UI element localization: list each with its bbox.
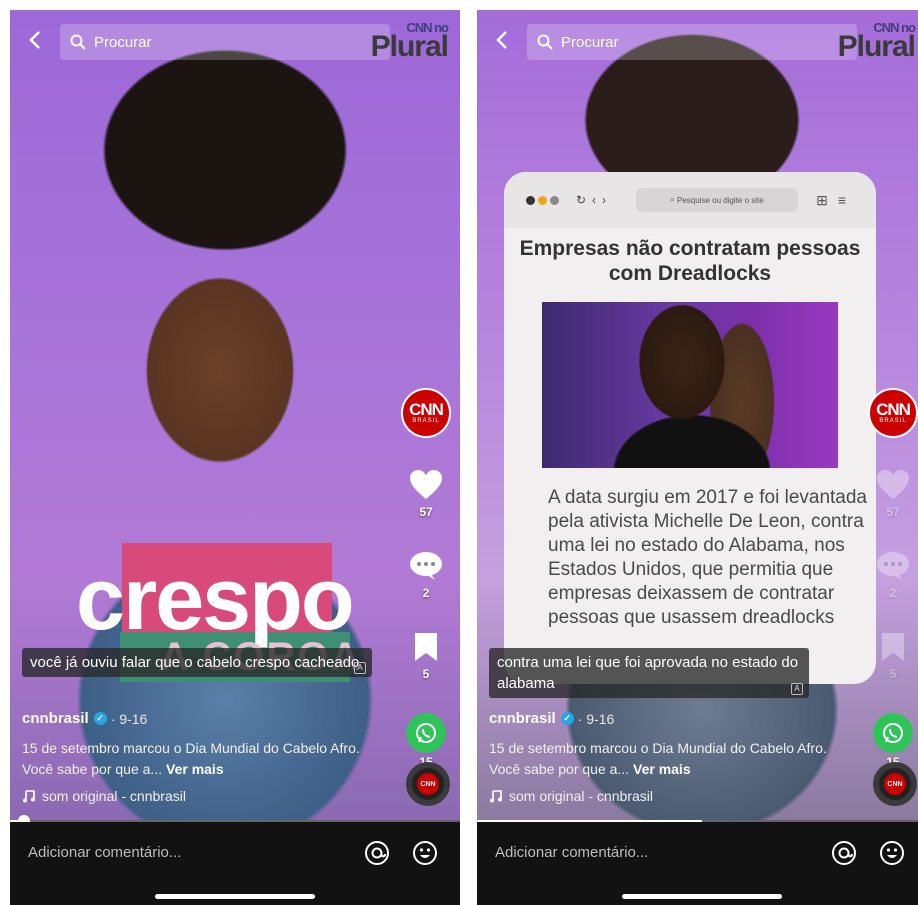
like-button[interactable]: 57 — [398, 470, 454, 519]
brand-logo: CNN no Plural — [835, 20, 916, 63]
url-placeholder: Pesquise ou digite o site — [676, 195, 764, 205]
post-meta: cnnbrasil ✓ · 9-16 15 de setembro marcou… — [22, 710, 362, 804]
disc-cnn-icon: CNN — [884, 773, 906, 795]
save-button[interactable]: 5 — [398, 632, 454, 681]
video-screen-left: crespo A COROA Procurar CNN no Plural CN… — [10, 10, 460, 905]
sound-disc[interactable]: CNN — [406, 762, 450, 806]
brand-logo: CNN no Plural — [368, 20, 449, 63]
comment-bar: Adicionar comentário... — [477, 822, 918, 905]
post-date: · 9-16 — [577, 710, 615, 727]
avatar-cnn: CNN — [876, 400, 911, 419]
comment-button[interactable]: 2 — [398, 551, 454, 600]
comment-button[interactable]: 2 — [865, 551, 918, 600]
comment-bubble-icon — [410, 552, 442, 580]
username[interactable]: cnnbrasil — [22, 710, 89, 727]
emoji-icon[interactable] — [879, 840, 905, 866]
see-more-link[interactable]: Ver mais — [166, 761, 224, 777]
article-headline: Empresas não contratam pessoas com Dread… — [519, 237, 861, 285]
caption-text: você já ouviu falar que o cabelo crespo … — [30, 654, 360, 671]
profile-avatar[interactable]: CNN BRASIL — [868, 388, 918, 438]
share-button[interactable]: 15 — [398, 713, 454, 769]
comment-input[interactable]: Adicionar comentário... — [28, 844, 181, 861]
avatar-cnn: CNN — [409, 400, 444, 419]
caption-text: contra uma lei que foi aprovada no estad… — [497, 654, 799, 692]
search-icon — [70, 34, 86, 50]
whatsapp-icon — [406, 713, 446, 753]
bookmark-icon — [882, 633, 904, 661]
search-label: Procurar — [94, 33, 152, 51]
video-frame[interactable] — [10, 10, 460, 820]
heart-icon — [410, 470, 442, 499]
back-arrow-icon[interactable] — [24, 28, 48, 52]
mention-icon[interactable] — [364, 840, 390, 866]
sound-label: som original - cnnbrasil — [509, 788, 653, 804]
overlay-title: crespo — [76, 549, 355, 648]
sound-link[interactable]: som original - cnnbrasil — [22, 788, 362, 804]
post-meta: cnnbrasil ✓ · 9-16 15 de setembro marcou… — [489, 710, 829, 804]
username[interactable]: cnnbrasil — [489, 710, 556, 727]
search-icon — [537, 34, 553, 50]
comment-count: 2 — [889, 586, 897, 600]
url-search-icon: ⌕ — [670, 195, 677, 204]
article-photo — [542, 302, 838, 468]
caption-ai-icon: A — [791, 683, 803, 695]
save-count: 5 — [422, 667, 430, 681]
article-body: A data surgiu em 2017 e foi levantada pe… — [548, 487, 868, 628]
home-indicator[interactable] — [622, 894, 782, 899]
window-dots — [526, 196, 562, 205]
profile-avatar[interactable]: CNN BRASIL — [401, 388, 451, 438]
see-more-link[interactable]: Ver mais — [633, 761, 691, 777]
top-bar: Procurar CNN no Plural — [10, 10, 460, 70]
comment-bubble-icon — [877, 552, 909, 580]
top-bar: Procurar CNN no Plural — [477, 10, 918, 70]
back-arrow-icon[interactable] — [491, 28, 515, 52]
search-label: Procurar — [561, 33, 619, 51]
heart-icon — [877, 470, 909, 499]
search-input[interactable]: Procurar — [527, 24, 857, 60]
like-count: 57 — [886, 505, 900, 519]
comment-bar: Adicionar comentário... — [10, 822, 460, 905]
save-count: 5 — [889, 667, 897, 681]
music-note-icon — [23, 790, 35, 803]
whatsapp-icon — [873, 713, 913, 753]
auto-caption: você já ouviu falar que o cabelo crespo … — [22, 648, 372, 677]
auto-caption: contra uma lei que foi aprovada no estad… — [489, 648, 809, 698]
verified-icon: ✓ — [560, 712, 574, 725]
browser-tab-icons: ⊞≡ — [816, 192, 856, 208]
verified-icon: ✓ — [93, 712, 107, 725]
comment-count: 2 — [422, 586, 430, 600]
like-button[interactable]: 57 — [865, 470, 918, 519]
avatar-brasil: BRASIL — [879, 418, 907, 424]
comment-input[interactable]: Adicionar comentário... — [495, 844, 648, 861]
brand-word: Plural — [370, 30, 449, 63]
browser-nav-icons: ↻‹› — [576, 193, 613, 207]
like-count: 57 — [419, 505, 433, 519]
music-note-icon — [490, 790, 502, 803]
share-button[interactable]: 15 — [865, 713, 918, 769]
sound-label: som original - cnnbrasil — [42, 788, 186, 804]
video-screen-right: ↻‹› ⌕ Pesquise ou digite o site ⊞≡ Empre… — [477, 10, 918, 905]
home-indicator[interactable] — [155, 894, 315, 899]
sound-link[interactable]: som original - cnnbrasil — [489, 788, 829, 804]
mention-icon[interactable] — [831, 840, 857, 866]
avatar-brasil: BRASIL — [412, 418, 440, 424]
bookmark-icon — [415, 633, 437, 661]
action-rail: CNN BRASIL 57 2 5 15 — [398, 388, 454, 769]
post-date: · 9-16 — [110, 710, 148, 727]
action-rail: CNN BRASIL 57 2 5 15 — [865, 388, 918, 769]
browser-mockup: ↻‹› ⌕ Pesquise ou digite o site ⊞≡ Empre… — [504, 172, 876, 684]
emoji-icon[interactable] — [412, 840, 438, 866]
caption-ai-icon: A — [354, 662, 366, 674]
disc-cnn-icon: CNN — [417, 773, 439, 795]
browser-toolbar: ↻‹› ⌕ Pesquise ou digite o site ⊞≡ — [504, 172, 876, 228]
search-input[interactable]: Procurar — [60, 24, 390, 60]
sound-disc[interactable]: CNN — [873, 762, 917, 806]
browser-url-bar: ⌕ Pesquise ou digite o site — [636, 188, 798, 212]
save-button[interactable]: 5 — [865, 632, 918, 681]
brand-word: Plural — [837, 30, 916, 63]
